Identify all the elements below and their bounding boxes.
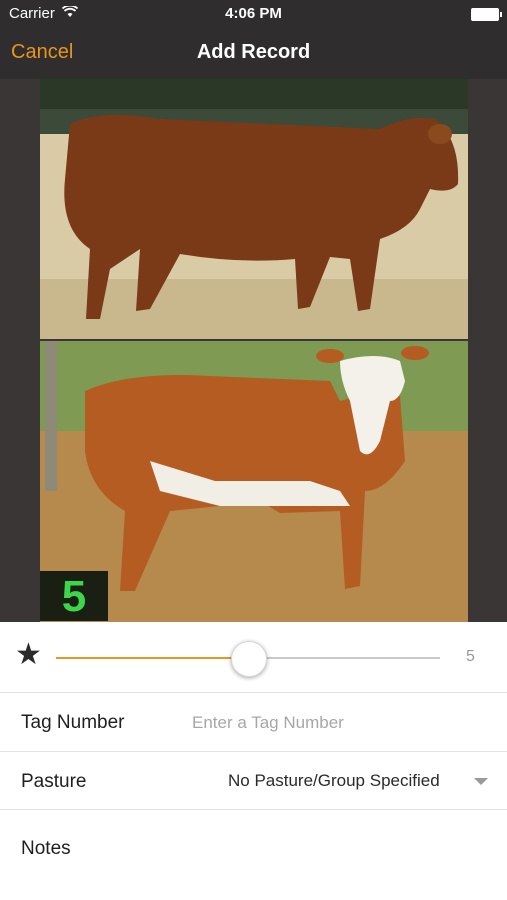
tag-number-input[interactable] — [190, 707, 494, 739]
tag-number-label: Tag Number — [21, 712, 125, 733]
rating-badge: 5 — [40, 571, 108, 621]
navigation-bar: Cancel Add Record — [0, 28, 507, 79]
pasture-row[interactable]: Pasture No Pasture/Group Specified — [0, 752, 507, 810]
status-bar: Carrier 4:06 PM — [0, 0, 507, 28]
rating-slider[interactable] — [56, 641, 440, 677]
battery-icon — [471, 8, 502, 21]
cow-photo-top[interactable] — [40, 79, 468, 339]
clock: 4:06 PM — [225, 5, 282, 22]
tag-number-row: Tag Number — [0, 693, 507, 752]
rating-slider-fill — [56, 657, 248, 659]
photo-area[interactable]: 5 — [0, 79, 507, 622]
notes-label: Notes — [21, 838, 71, 859]
rating-slider-thumb[interactable] — [231, 641, 267, 677]
page-title: Add Record — [196, 41, 311, 63]
chevron-down-icon[interactable] — [474, 778, 488, 785]
rating-row: ★ 5 — [0, 622, 507, 693]
notes-row[interactable]: Notes — [0, 810, 507, 900]
pasture-label: Pasture — [21, 771, 87, 792]
rating-value: 5 — [466, 648, 475, 665]
star-icon: ★ — [15, 638, 42, 671]
pasture-select[interactable]: No Pasture/Group Specified — [228, 771, 440, 791]
